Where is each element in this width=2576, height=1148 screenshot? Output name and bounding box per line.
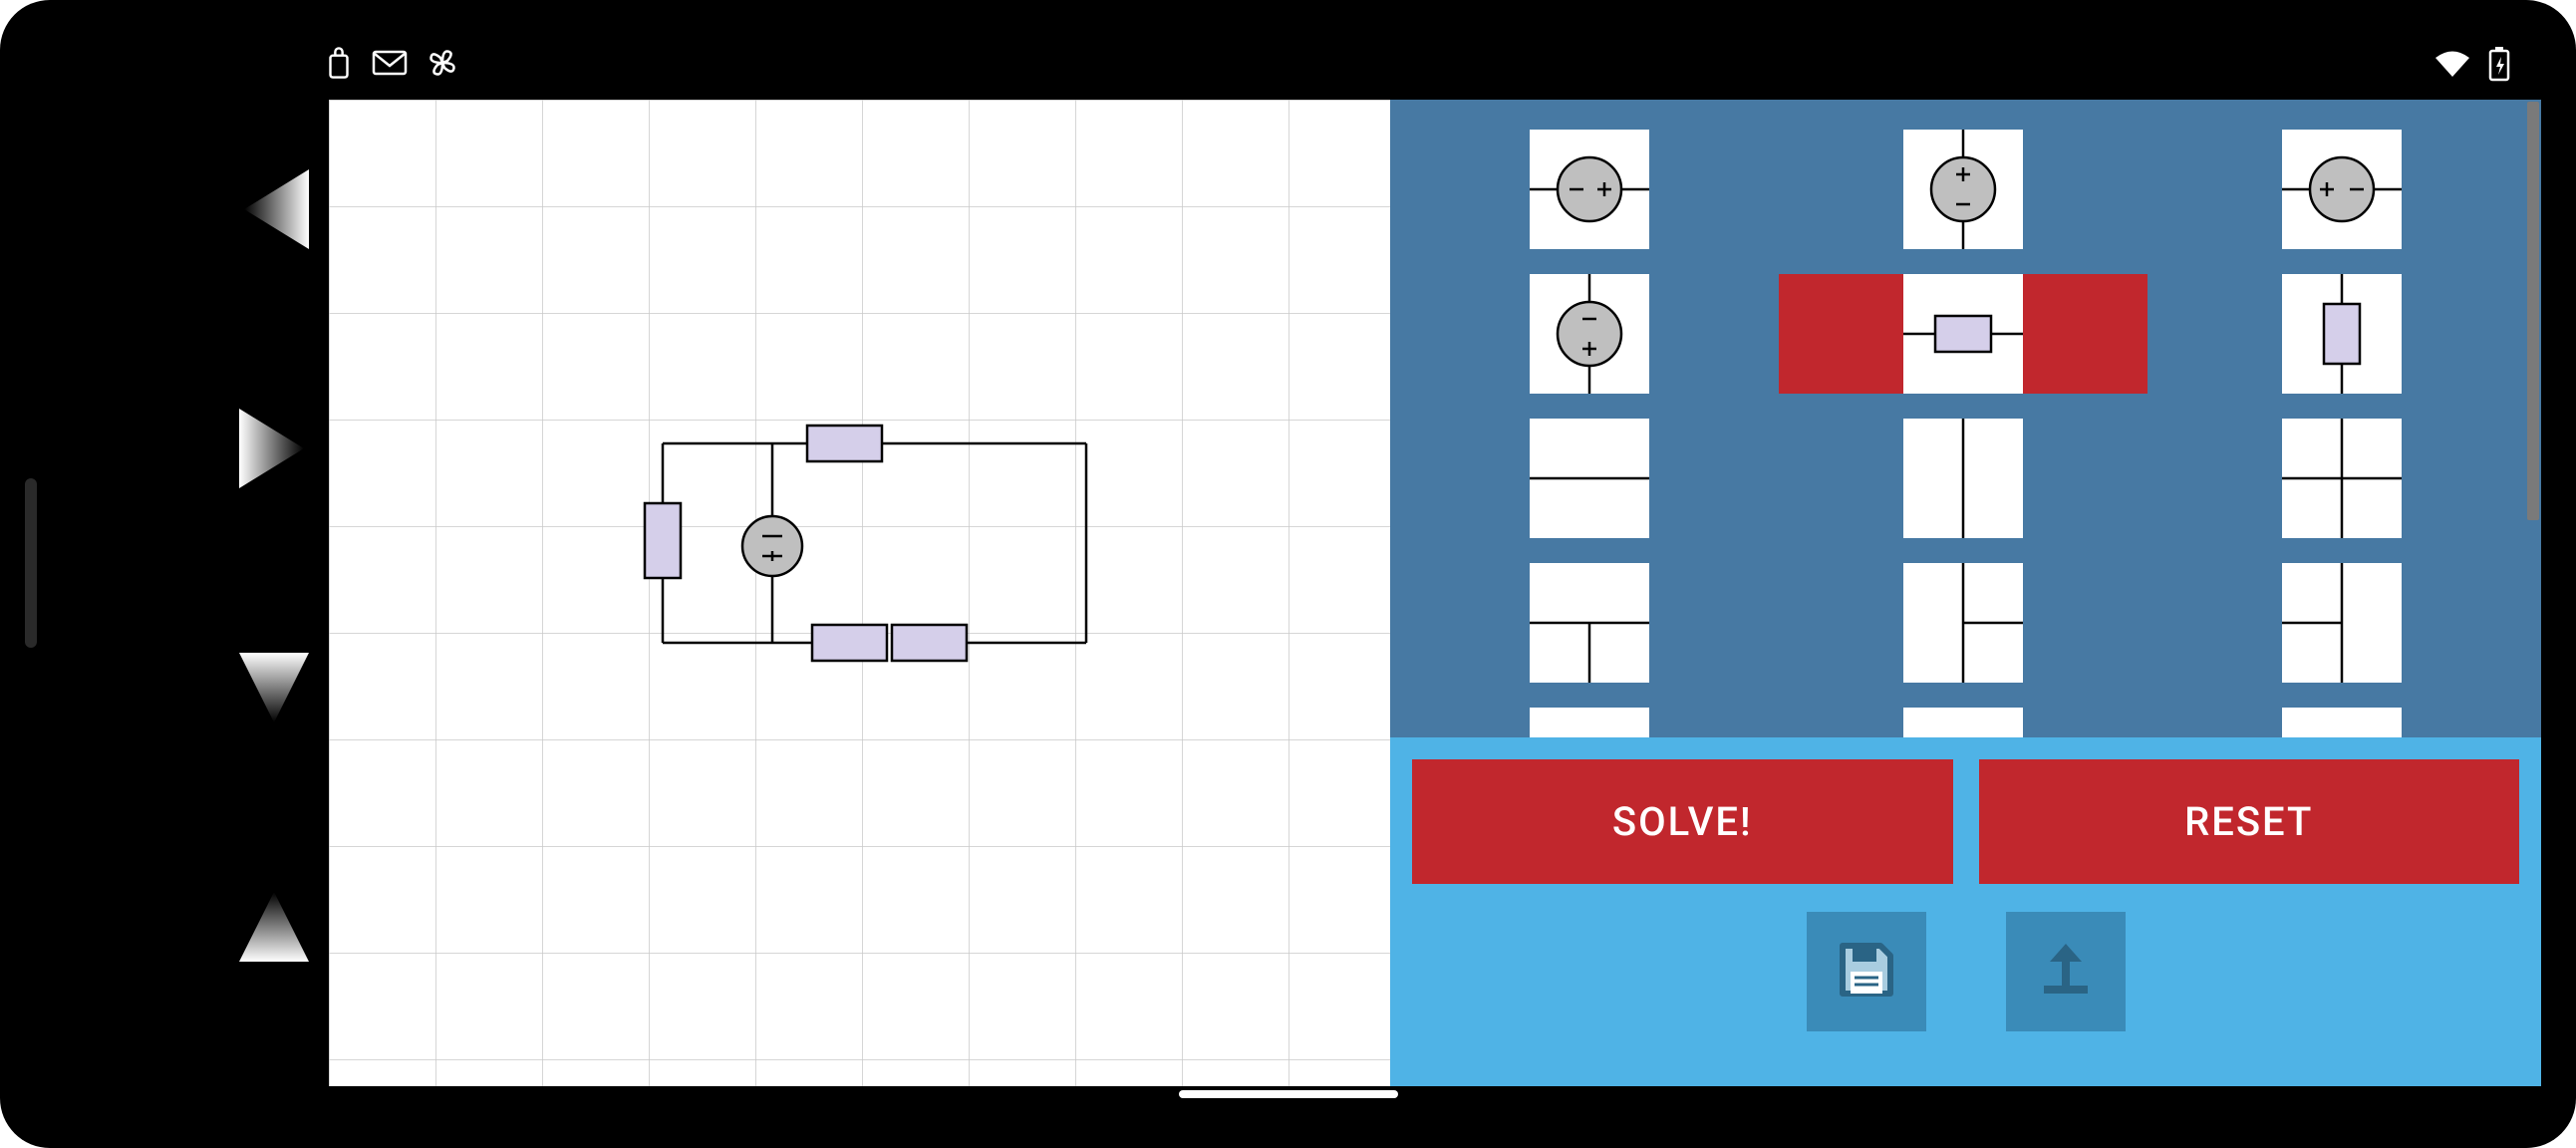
palette-wire-h[interactable] xyxy=(1530,419,1649,538)
nav-arrow-column xyxy=(209,30,329,1086)
palette-source-h[interactable] xyxy=(1530,130,1649,249)
status-icons-right xyxy=(2433,46,2511,82)
palette-source-h2[interactable] xyxy=(2282,130,2402,249)
app-body: SOLVE! RESET xyxy=(329,100,2541,1086)
screen: 9:07 xyxy=(209,30,2541,1086)
right-panel: SOLVE! RESET xyxy=(1390,100,2541,1086)
palette-source-v2[interactable] xyxy=(1903,130,2023,249)
palette-wire-cross[interactable] xyxy=(2282,419,2402,538)
actions-panel: SOLVE! RESET xyxy=(1390,737,2541,1086)
nav-arrow-right[interactable] xyxy=(229,399,319,498)
nav-arrow-down[interactable] xyxy=(229,638,319,737)
palette-wire-t-right[interactable] xyxy=(2282,563,2402,683)
palette-more-3[interactable] xyxy=(2282,708,2402,737)
reset-button[interactable]: RESET xyxy=(1979,759,2520,884)
circuit-canvas[interactable] xyxy=(329,100,1390,1086)
palette-resistor-h[interactable] xyxy=(1903,274,2023,394)
nav-arrow-up[interactable] xyxy=(229,877,319,977)
status-bar: 9:07 xyxy=(209,30,2541,100)
icon-button-row xyxy=(1390,912,2541,1031)
component-palette xyxy=(1390,100,2541,737)
home-indicator[interactable] xyxy=(1179,1090,1398,1098)
palette-source-v[interactable] xyxy=(1530,274,1649,394)
upload-icon xyxy=(2034,938,2098,1005)
fan-icon xyxy=(426,46,459,80)
mail-icon xyxy=(372,49,408,77)
save-icon xyxy=(1835,938,1898,1005)
save-button[interactable] xyxy=(1807,912,1926,1031)
battery-icon xyxy=(2487,46,2511,82)
palette-selection-highlight xyxy=(1779,274,2147,394)
palette-more-1[interactable] xyxy=(1530,708,1649,737)
speaker-grill xyxy=(25,478,37,648)
nav-arrow-left[interactable] xyxy=(229,159,319,259)
status-icons-left xyxy=(324,46,459,80)
palette-scrollbar[interactable] xyxy=(2527,102,2539,520)
palette-wire-v[interactable] xyxy=(1903,419,2023,538)
palette-more-2[interactable] xyxy=(1903,708,2023,737)
palette-wire-t-left[interactable] xyxy=(1903,563,2023,683)
phone-frame: 9:07 xyxy=(0,0,2576,1148)
circuit-drawing xyxy=(329,100,1390,1086)
palette-resistor-v[interactable] xyxy=(2282,274,2402,394)
palette-wire-t-down[interactable] xyxy=(1530,563,1649,683)
load-button[interactable] xyxy=(2006,912,2126,1031)
action-button-row: SOLVE! RESET xyxy=(1412,759,2519,884)
solve-button[interactable]: SOLVE! xyxy=(1412,759,1953,884)
wifi-icon xyxy=(2433,49,2471,79)
